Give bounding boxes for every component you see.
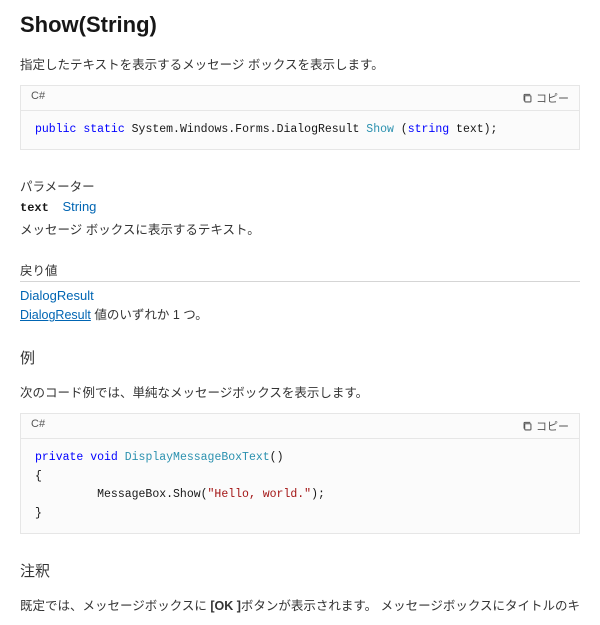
code-content: private void DisplayMessageBoxText() { M… bbox=[21, 439, 579, 533]
param-type-link[interactable]: String bbox=[62, 199, 96, 214]
return-heading: 戻り値 bbox=[20, 260, 580, 282]
code-lang: C# bbox=[21, 86, 55, 110]
code-content: public static System.Windows.Forms.Dialo… bbox=[21, 111, 579, 149]
copy-icon bbox=[522, 93, 533, 104]
code-block-signature: C# コピー public static System.Windows.Form… bbox=[20, 85, 580, 150]
param-desc: メッセージ ボックスに表示するテキスト。 bbox=[20, 219, 580, 238]
return-desc: DialogResult 値のいずれか 1 つ。 bbox=[20, 304, 580, 323]
copy-button[interactable]: コピー bbox=[512, 414, 579, 438]
page-title: Show(String) bbox=[20, 12, 580, 38]
summary: 指定したテキストを表示するメッセージ ボックスを表示します。 bbox=[20, 54, 580, 73]
params-heading: パラメーター bbox=[20, 176, 580, 195]
notes-text: 既定では、メッセージボックスに [OK ]ボタンが表示されます。 メッセージボッ… bbox=[20, 595, 580, 614]
example-heading: 例 bbox=[20, 347, 580, 368]
param-name: text bbox=[20, 201, 49, 215]
copy-icon bbox=[522, 421, 533, 432]
copy-button[interactable]: コピー bbox=[512, 86, 579, 110]
return-type-link[interactable]: DialogResult bbox=[20, 288, 94, 303]
code-lang: C# bbox=[21, 414, 55, 438]
example-desc: 次のコード例では、単純なメッセージボックスを表示します。 bbox=[20, 382, 580, 401]
notes-heading: 注釈 bbox=[20, 560, 580, 581]
code-block-example: C# コピー private void DisplayMessageBoxTex… bbox=[20, 413, 580, 534]
return-desc-link[interactable]: DialogResult bbox=[20, 308, 91, 322]
